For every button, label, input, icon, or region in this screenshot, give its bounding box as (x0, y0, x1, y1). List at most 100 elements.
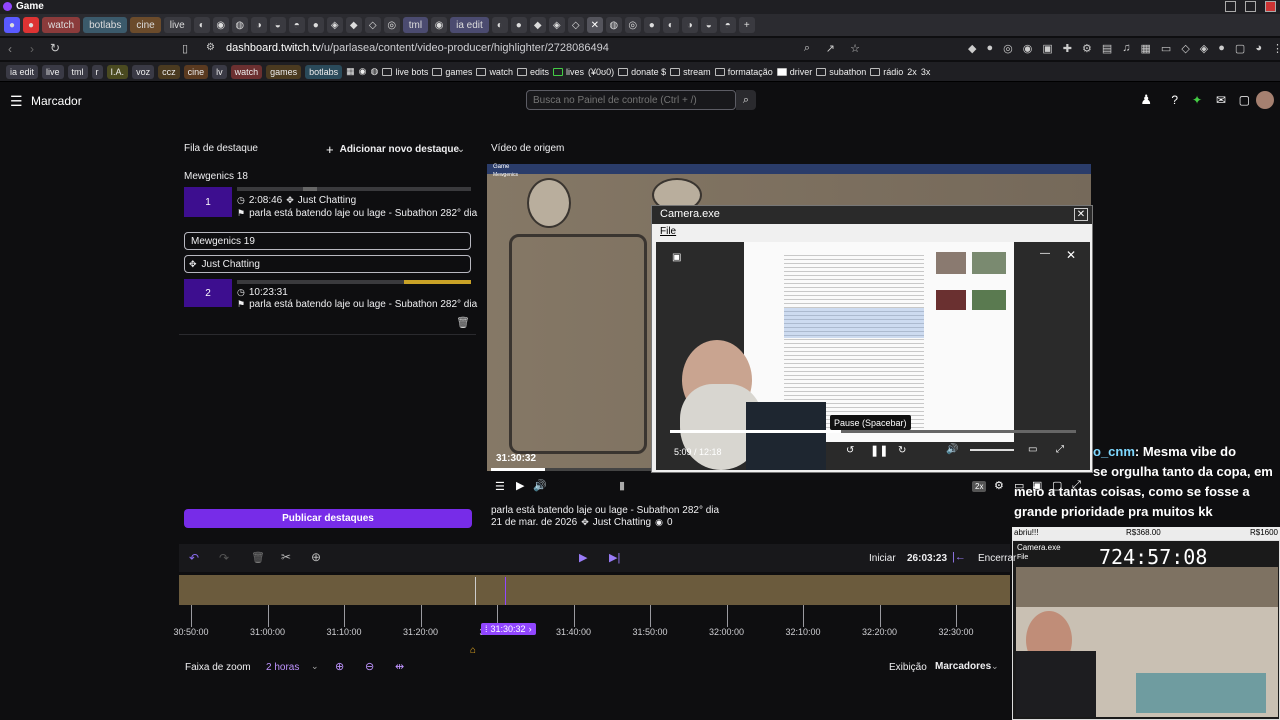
inbox-icon[interactable]: ✉ (1216, 93, 1226, 107)
speed-badge[interactable]: 2x (972, 481, 987, 492)
undo-icon[interactable]: ↶ (189, 551, 199, 565)
rewind-icon[interactable]: ↺ (846, 445, 854, 456)
extension-icon[interactable]: ▦ (1141, 42, 1151, 55)
chapters-icon[interactable]: ☰ (495, 480, 505, 493)
settings-icon[interactable]: ⚙ (994, 479, 1004, 492)
minimize-icon[interactable] (1225, 1, 1236, 12)
close-icon[interactable] (1265, 1, 1276, 12)
volume-icon[interactable]: 🔊 (533, 479, 547, 492)
delete-icon[interactable]: 🗑 (251, 551, 265, 564)
category-field[interactable]: ✥ Just Chatting (184, 255, 471, 273)
extension-icon[interactable]: ⚙ (1082, 42, 1092, 55)
hamburger-menu-icon[interactable]: ☰ (10, 93, 23, 110)
tab-botlabs[interactable]: botlabs (83, 17, 128, 33)
extension-icon[interactable]: ◆ (968, 42, 976, 55)
set-start-icon[interactable]: |← (952, 551, 966, 563)
bookmark-item[interactable]: 3x (921, 67, 931, 77)
fit-icon[interactable]: ⇹ (395, 660, 404, 673)
camera-window[interactable]: Camera.exe ✕ File ▣ — ✕ 5:09 / 12:18 ↺ ❚… (651, 205, 1093, 473)
playhead-time-badge[interactable]: ⁞ 31:30:32 › (481, 623, 536, 635)
chevron-down-icon[interactable]: ⌄ (991, 661, 999, 672)
chevron-down-icon[interactable]: ⌄ (452, 141, 470, 157)
tab-icon[interactable]: ◎ (383, 17, 400, 33)
close-icon[interactable]: ✕ (1074, 208, 1088, 221)
apps-grid-icon[interactable]: ▦ (346, 66, 355, 77)
bookmark-folder[interactable]: watch (476, 67, 513, 77)
extension-icon[interactable]: ◉ (1023, 42, 1033, 55)
extension-icon[interactable]: ✚ (1063, 42, 1072, 55)
tab-icon[interactable]: ◒ (700, 17, 717, 33)
bookmark-tag[interactable]: ccz (158, 64, 180, 79)
star-icon[interactable]: ☆ (850, 42, 860, 55)
tab-icon[interactable]: ◓ (719, 17, 736, 33)
maximize-icon[interactable] (1245, 1, 1256, 12)
tab-icon[interactable]: ◐ (662, 17, 679, 33)
redo-icon[interactable]: ↷ (219, 551, 229, 565)
publish-highlights-button[interactable]: Publicar destaques (184, 509, 472, 528)
bookmark-folder[interactable]: rádio (870, 67, 903, 77)
bookmark-folder[interactable]: games (432, 67, 472, 77)
add-highlight-button[interactable]: + Adicionar novo destaque (326, 140, 459, 158)
tab-icon[interactable]: ◒ (269, 17, 286, 33)
tab-icon[interactable]: ● (4, 17, 20, 33)
screenshot-icon[interactable]: ▣ (672, 252, 681, 263)
start-time[interactable]: 26:03:23 (907, 553, 947, 564)
tab-icon[interactable]: ◇ (567, 17, 584, 33)
extension-icon[interactable]: ● (986, 42, 993, 55)
tab-icon[interactable]: ◐ (491, 17, 508, 33)
tab-live[interactable]: live (163, 17, 191, 33)
zoom-select[interactable]: 2 horas (266, 662, 299, 673)
tab-icon[interactable]: ◍ (605, 17, 622, 33)
marker-icon[interactable]: ▮ (619, 479, 625, 492)
bookmark-tag[interactable]: lv (212, 64, 227, 79)
dashboard-search-input[interactable] (526, 90, 736, 110)
file-menu[interactable]: File (660, 226, 676, 237)
extensions-icon[interactable]: ✦ (1192, 93, 1202, 107)
bookmark-folder[interactable]: lives (552, 67, 584, 77)
bookmark-tag[interactable]: voz (132, 64, 155, 79)
tab-icon[interactable]: ◐ (193, 17, 210, 33)
site-info-icon[interactable]: ⚙ (206, 42, 215, 53)
bookmark-icon[interactable]: ◉ (359, 66, 367, 77)
zoom-out-icon[interactable]: ⊖ (365, 660, 374, 673)
bookmark-tag[interactable]: watch (230, 64, 263, 79)
forward-icon[interactable]: › (30, 42, 34, 56)
timeline-clip-area[interactable] (179, 575, 1010, 605)
menu-icon[interactable]: ⋮ (1272, 42, 1280, 55)
zoom-in-icon[interactable]: ⊕ (335, 660, 344, 673)
volume-slider[interactable] (970, 449, 1014, 451)
bookmark-tag[interactable]: botlabs (305, 64, 343, 79)
extension-icon[interactable]: ▢ (1235, 42, 1245, 55)
bookmark-folder[interactable]: stream (670, 67, 711, 77)
bookmark-folder[interactable]: live bots (382, 67, 428, 77)
bookmark-tag[interactable]: I.A. (106, 64, 129, 79)
tab-icon[interactable]: ◉ (431, 17, 448, 33)
bookmark-item[interactable]: 2x (907, 67, 917, 77)
group-name-input[interactable]: Mewgenics 19 (184, 232, 471, 250)
extension-icon[interactable]: ◎ (1003, 42, 1013, 55)
view-select[interactable]: Marcadores (935, 661, 991, 672)
zoom-icon[interactable]: ⌕ (804, 42, 810, 55)
minimize-icon[interactable]: — (1040, 248, 1050, 259)
search-button[interactable]: ⌕ (736, 90, 756, 110)
bookmark-tag[interactable]: games (266, 64, 302, 79)
tab-icon[interactable]: ◈ (548, 17, 565, 33)
back-icon[interactable]: ‹ (8, 42, 12, 56)
fullscreen-icon[interactable]: ⤢ (1056, 444, 1064, 455)
extension-icon[interactable]: ◈ (1200, 42, 1208, 55)
tab-icon[interactable]: ◍ (231, 17, 248, 33)
bookmark-tag[interactable]: r (91, 64, 103, 79)
add-marker-icon[interactable]: ⊕ (311, 550, 321, 564)
share-icon[interactable]: ↗ (826, 42, 835, 55)
bookmark-tag[interactable]: ia edit (6, 64, 39, 79)
bookmark-icon[interactable]: ◍ (371, 66, 379, 77)
tab-icon[interactable]: ● (307, 17, 324, 33)
tab-icon[interactable]: ◈ (326, 17, 343, 33)
tab-icon[interactable]: ◑ (681, 17, 698, 33)
tab-icon[interactable]: ◆ (529, 17, 546, 33)
bookmark-folder[interactable]: (¥0ʊ0) (588, 67, 614, 77)
bookmark-icon[interactable]: ▯ (182, 42, 188, 55)
play-icon[interactable]: ▶ (516, 479, 524, 492)
help-icon[interactable]: ? (1171, 93, 1178, 107)
tab-icon[interactable]: ◇ (364, 17, 381, 33)
